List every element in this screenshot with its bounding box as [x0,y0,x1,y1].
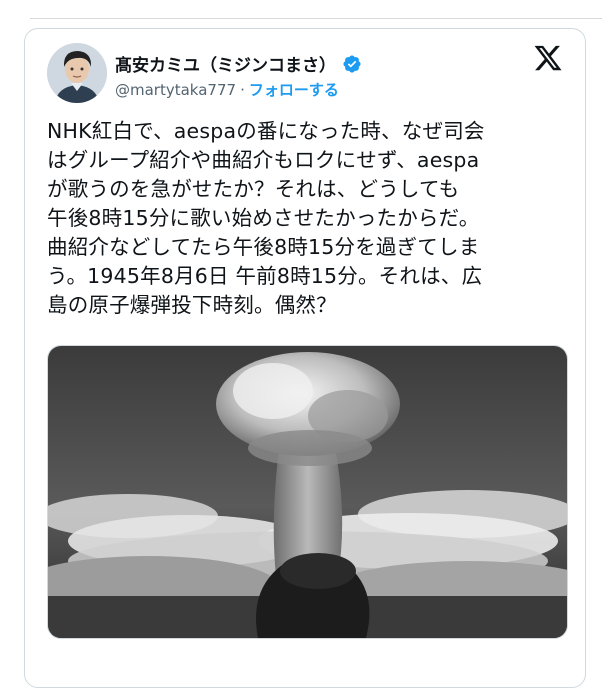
follow-button[interactable]: フォローする [249,79,339,100]
tweet-text-line: はグループ紹介や曲紹介もロクにせず、aespa [47,148,480,172]
embedded-tweet-card[interactable]: 髙安カミユ（ミジンコまさ） @martytaka777 · フォローする NHK… [24,28,586,688]
tweet-text-line: が歌うのを急がせたか？それは、どうしても [47,177,460,201]
handle-row: @martytaka777 · フォローする [115,79,339,100]
x-logo-icon[interactable] [533,43,563,73]
author-handle[interactable]: @martytaka777 [115,81,236,99]
separator-dot: · [240,80,245,99]
tweet-text-line: NHK紅白で、aespaの番になった時、なぜ司会 [47,119,485,143]
author-name[interactable]: 髙安カミユ（ミジンコまさ） [115,51,336,76]
tweet-text-line: 午後8時15分に歌い始めさせたかったからだ。 [47,206,480,230]
verified-badge-icon [342,54,362,74]
tweet-photo-mushroom-cloud[interactable] [47,345,568,639]
author-name-row: 髙安カミユ（ミジンコまさ） [115,51,362,76]
tweet-text-line: う。1945年8月6日 午前8時15分。それは、広 [47,264,483,288]
tweet-text-line: 曲紹介などしてたら午後8時15分を過ぎてしま [47,235,480,259]
tweet-text-line: 島の原子爆弾投下時刻。偶然？ [47,293,337,317]
avatar[interactable] [47,43,107,103]
tweet-text: NHK紅白で、aespaの番になった時、なぜ司会 はグループ紹介や曲紹介もロクにせ… [47,117,569,320]
top-divider [30,18,602,19]
